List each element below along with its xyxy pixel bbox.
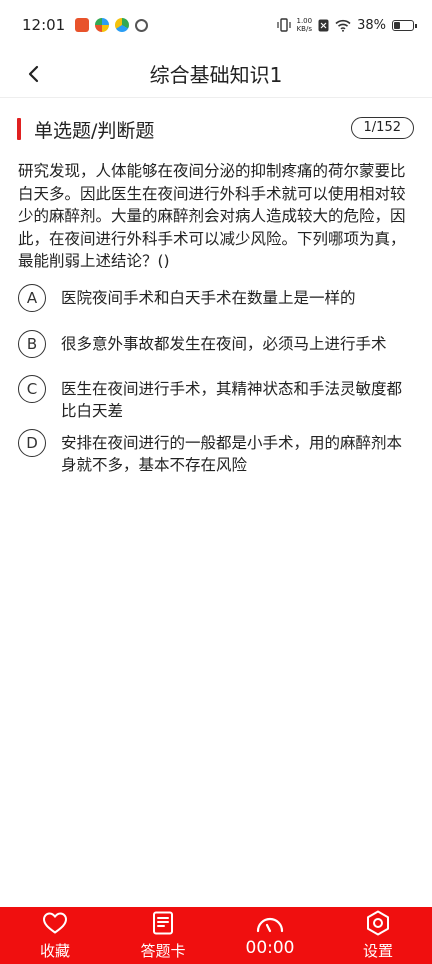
favorite-label: 收藏 — [39, 942, 70, 960]
section-title: 单选题/判断题 — [34, 120, 155, 142]
app-notification-icon — [95, 18, 110, 32]
settings-label: 设置 — [362, 942, 393, 960]
battery-percent: 38% — [357, 17, 386, 33]
favorite-button[interactable]: 收藏 — [30, 907, 80, 964]
section-marker — [17, 118, 21, 140]
app-notification-icon — [115, 18, 130, 32]
status-bar: 12:01 1.00 KB/s 38% — [0, 0, 432, 50]
option-letter: C — [18, 375, 46, 403]
timer-value: 00:00 — [245, 938, 295, 958]
option-c[interactable]: C 医生在夜间进行手术，其精神状态和手法灵敏度都比白天差 — [18, 375, 418, 422]
option-a[interactable]: A 医院夜间手术和白天手术在数量上是一样的 — [18, 284, 418, 312]
link-icon — [135, 18, 149, 32]
settings-button[interactable]: 设置 — [353, 907, 403, 964]
back-button[interactable] — [22, 62, 46, 86]
option-letter: A — [18, 284, 46, 312]
bottom-bar: 收藏 答题卡 00:00 设置 — [0, 907, 432, 964]
option-letter: B — [18, 330, 46, 358]
net-speed-value: 1.00 — [296, 17, 313, 25]
sim-icon — [318, 19, 329, 31]
answer-card-label: 答题卡 — [140, 942, 186, 960]
status-right: 1.00 KB/s 38% — [276, 17, 417, 33]
option-b[interactable]: B 很多意外事故都发生在夜间，必须马上进行手术 — [18, 330, 418, 358]
status-time: 12:01 — [22, 16, 66, 34]
net-speed-unit: KB/s — [296, 25, 312, 33]
app-notification-icon — [75, 18, 90, 32]
chevron-left-icon — [28, 65, 39, 83]
option-text: 很多意外事故都发生在夜间，必须马上进行手术 — [61, 335, 387, 353]
nav-bar: 综合基础知识1 — [0, 50, 432, 98]
option-d[interactable]: D 安排在夜间进行的一般都是小手术，用的麻醉剂本身就不多，基本不存在风险 — [18, 429, 418, 476]
timer[interactable]: 00:00 — [240, 907, 300, 964]
page-title: 综合基础知识1 — [149, 63, 283, 87]
answer-card-icon — [153, 911, 173, 935]
battery-fill — [394, 21, 400, 29]
option-text: 安排在夜间进行的一般都是小手术，用的麻醉剂本身就不多，基本不存在风险 — [61, 434, 403, 474]
clock-icon — [256, 917, 284, 933]
option-text: 医生在夜间进行手术，其精神状态和手法灵敏度都比白天差 — [61, 380, 403, 420]
gear-icon — [367, 910, 389, 936]
battery-icon — [392, 19, 417, 31]
net-speed: 1.00 KB/s — [297, 17, 313, 33]
option-text: 医院夜间手术和白天手术在数量上是一样的 — [61, 289, 356, 307]
heart-icon — [43, 912, 67, 934]
status-left: 12:01 — [22, 16, 149, 34]
vibrate-icon — [276, 18, 291, 32]
option-letter: D — [18, 429, 46, 457]
wifi-icon — [335, 19, 351, 32]
question-text: 研究发现，人体能够在夜间分泌的抑制疼痛的荷尔蒙要比白天多。因此医生在夜间进行外科… — [18, 162, 406, 270]
question-counter[interactable]: 1/152 — [350, 117, 414, 139]
section-header: 单选题/判断题 1/152 — [0, 112, 432, 146]
answer-card-button[interactable]: 答题卡 — [133, 907, 193, 964]
